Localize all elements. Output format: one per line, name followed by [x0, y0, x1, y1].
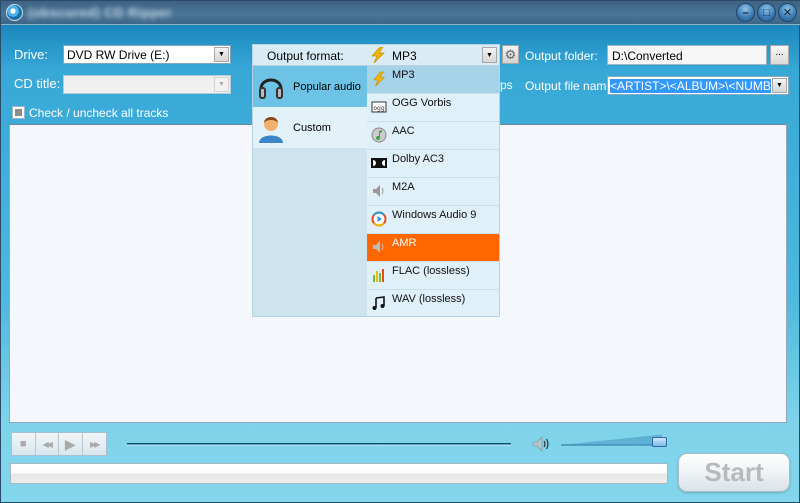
maximize-button[interactable]: □ [757, 3, 776, 22]
category-label: Custom [293, 121, 331, 134]
app-window: (obscured) CD Ripper – □ ✕ Drive: DVD RW… [0, 0, 800, 503]
output-file-name-value[interactable]: <ARTIST>\<ALBUM>\<NUMBER [610, 79, 771, 93]
output-file-name-select[interactable]: <ARTIST>\<ALBUM>\<NUMBER ▼ [607, 76, 789, 95]
output-format-value: MP3 [392, 49, 417, 63]
volume-slider-thumb[interactable] [652, 437, 667, 447]
rewind-icon: ◀◀ [42, 439, 53, 449]
music-note-icon [371, 295, 387, 311]
start-button[interactable]: Start [678, 453, 790, 492]
cd-app-icon [6, 4, 23, 21]
output-folder-label: Output folder: [525, 49, 598, 63]
stop-button[interactable]: ■ [12, 433, 36, 455]
minimize-button[interactable]: – [736, 3, 755, 22]
drive-select[interactable]: DVD RW Drive (E:) ▼ [63, 45, 231, 64]
format-settings-button[interactable]: ⚙ [502, 45, 519, 64]
close-button[interactable]: ✕ [778, 3, 797, 22]
format-item-dolby-ac3[interactable]: Dolby AC3 [367, 150, 499, 178]
format-dropdown-popup: Popular audio Custom MP3 ogg OGG Vorbis … [252, 65, 500, 317]
format-label: OGG Vorbis [392, 97, 452, 109]
format-label: M2A [392, 181, 415, 193]
volume-icon[interactable] [531, 435, 553, 453]
format-label: Windows Audio 9 [392, 209, 477, 221]
format-label: WAV (lossless) [392, 293, 466, 305]
format-item-m2a[interactable]: M2A [367, 178, 499, 206]
format-label: Dolby AC3 [392, 153, 444, 165]
fast-forward-button[interactable]: ▶▶ [82, 433, 106, 455]
format-item-windows-audio-9[interactable]: Windows Audio 9 [367, 206, 499, 234]
gear-icon: ⚙ [504, 46, 517, 62]
windows-media-icon [371, 211, 387, 227]
chevron-down-icon[interactable]: ▼ [772, 78, 787, 93]
format-item-aac[interactable]: AAC [367, 122, 499, 150]
cd-title-label: CD title: [14, 76, 61, 91]
user-icon [257, 113, 285, 143]
obscured-label-fragment: ps [500, 78, 513, 92]
equalizer-icon [371, 267, 387, 283]
format-categories: Popular audio Custom [253, 66, 367, 316]
format-item-amr[interactable]: AMR [367, 234, 499, 262]
category-popular-audio[interactable]: Popular audio [253, 66, 367, 107]
format-item-mp3[interactable]: MP3 [367, 66, 499, 94]
play-icon: ▶ [64, 435, 76, 452]
check-all-checkbox[interactable] [12, 106, 25, 119]
ogg-icon: ogg [371, 99, 387, 115]
stop-icon: ■ [19, 438, 27, 450]
playback-controls: ■ ◀◀ ▶ ▶▶ [11, 432, 107, 456]
title-bar: (obscured) CD Ripper – □ ✕ [1, 1, 800, 25]
output-folder-value: D:\Converted [612, 49, 683, 63]
speaker-icon [371, 183, 387, 199]
chevron-down-icon[interactable]: ▼ [482, 47, 497, 63]
speaker-icon [371, 239, 387, 255]
fast-forward-icon: ▶▶ [90, 439, 100, 449]
dolby-icon [371, 155, 387, 171]
output-format-label: Output format: [267, 49, 344, 63]
output-format-select[interactable]: Output format: MP3 ▼ [252, 44, 500, 66]
chevron-down-icon[interactable]: ▼ [214, 47, 229, 62]
chevron-down-icon[interactable]: ▼ [214, 77, 229, 92]
browse-folder-button[interactable]: ... [770, 45, 789, 65]
format-label: FLAC (lossless) [392, 265, 470, 277]
music-disc-icon [371, 127, 387, 143]
format-label: AAC [392, 125, 415, 137]
rewind-button[interactable]: ◀◀ [35, 433, 59, 455]
play-button[interactable]: ▶ [59, 433, 83, 455]
format-label: AMR [392, 237, 417, 249]
cd-title-select[interactable]: ▼ [63, 75, 231, 94]
check-all-label[interactable]: Check / uncheck all tracks [29, 106, 168, 120]
svg-text:ogg: ogg [373, 105, 384, 112]
drive-label: Drive: [14, 47, 48, 62]
output-folder-input[interactable]: D:\Converted [607, 45, 767, 65]
format-item-wav[interactable]: WAV (lossless) [367, 290, 499, 318]
headphones-icon [257, 72, 285, 102]
lightning-icon [371, 71, 387, 87]
format-list: MP3 ogg OGG Vorbis AAC Dolby AC3 M2A Win… [367, 66, 499, 316]
format-item-flac[interactable]: FLAC (lossless) [367, 262, 499, 290]
drive-value: DVD RW Drive (E:) [67, 48, 170, 62]
lightning-icon [369, 46, 387, 64]
format-item-ogg[interactable]: ogg OGG Vorbis [367, 94, 499, 122]
progress-bar [10, 463, 668, 484]
category-label: Popular audio [293, 80, 361, 93]
seek-slider[interactable] [127, 443, 511, 446]
format-label: MP3 [392, 69, 415, 81]
window-title: (obscured) CD Ripper [28, 5, 173, 20]
category-custom[interactable]: Custom [253, 107, 367, 148]
output-file-name-label: Output file name: [525, 79, 617, 93]
